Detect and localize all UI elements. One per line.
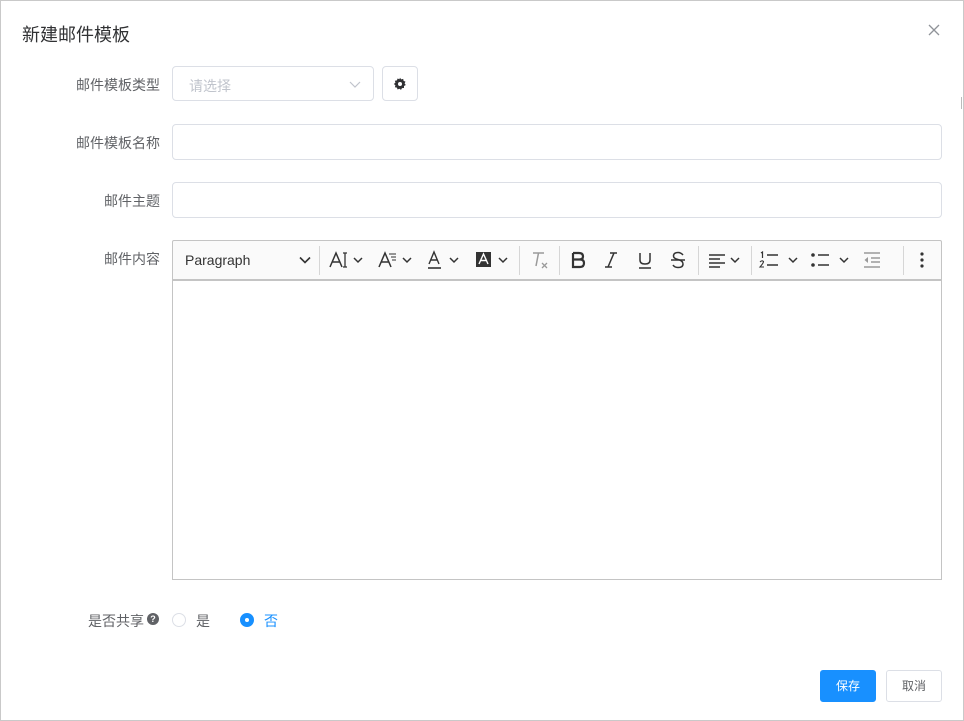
more-vertical-icon xyxy=(920,252,924,268)
strikethrough-icon xyxy=(671,251,685,269)
bulleted-list-icon xyxy=(811,253,849,267)
font-color-icon xyxy=(428,250,459,269)
font-color-button[interactable] xyxy=(425,241,465,279)
help-icon[interactable]: ? xyxy=(147,613,159,625)
template-name-label: 邮件模板名称 xyxy=(76,135,160,151)
paragraph-dropdown[interactable]: Paragraph xyxy=(185,241,311,279)
share-no-radio[interactable] xyxy=(240,613,254,627)
bold-icon xyxy=(571,251,586,269)
bulleted-list-button[interactable] xyxy=(807,241,855,279)
toolbar-divider xyxy=(751,246,752,275)
share-no-label[interactable]: 否 xyxy=(264,611,278,631)
close-icon[interactable] xyxy=(926,22,942,38)
gear-icon xyxy=(393,77,406,90)
underline-button[interactable] xyxy=(630,241,660,279)
template-name-input[interactable] xyxy=(172,124,942,160)
template-type-select[interactable]: 请选择 xyxy=(172,66,374,101)
outdent-button[interactable] xyxy=(857,241,887,279)
align-left-icon xyxy=(709,254,740,268)
font-family-icon xyxy=(378,251,412,268)
strikethrough-button[interactable] xyxy=(663,241,693,279)
chevron-down-icon xyxy=(349,81,361,88)
toolbar-divider xyxy=(698,246,699,275)
toolbar-divider xyxy=(903,246,904,275)
underline-icon xyxy=(639,253,651,269)
content-label: 邮件内容 xyxy=(104,251,160,267)
template-type-label: 邮件模板类型 xyxy=(76,77,160,93)
toolbar-divider xyxy=(559,246,560,275)
numbered-list-icon xyxy=(758,250,798,268)
font-family-button[interactable] xyxy=(376,241,416,279)
subject-label: 邮件主题 xyxy=(104,193,160,209)
share-yes-label[interactable]: 是 xyxy=(196,611,210,631)
editor-toolbar: Paragraph xyxy=(172,240,942,280)
content-editor[interactable] xyxy=(172,280,942,580)
template-type-settings-button[interactable] xyxy=(382,66,418,101)
italic-button[interactable] xyxy=(596,241,626,279)
numbered-list-button[interactable] xyxy=(756,241,804,279)
bold-button[interactable] xyxy=(563,241,593,279)
save-button[interactable]: 保存 xyxy=(820,670,876,702)
dialog-title: 新建邮件模板 xyxy=(22,25,130,45)
toolbar-divider xyxy=(519,246,520,275)
toolbar-divider xyxy=(319,246,320,275)
share-label: 是否共享 xyxy=(88,613,144,629)
more-options-button[interactable] xyxy=(909,241,935,279)
select-placeholder: 请选择 xyxy=(189,78,231,94)
share-yes-radio[interactable] xyxy=(172,613,186,627)
remove-format-button[interactable] xyxy=(525,241,555,279)
alignment-button[interactable] xyxy=(703,241,747,279)
italic-icon xyxy=(605,252,617,268)
remove-format-icon xyxy=(533,252,548,269)
font-background-icon xyxy=(476,252,508,267)
chevron-down-icon xyxy=(299,256,311,264)
font-background-button[interactable] xyxy=(474,241,514,279)
cancel-button[interactable]: 取消 xyxy=(886,670,942,702)
font-size-button[interactable] xyxy=(327,241,367,279)
paragraph-label: Paragraph xyxy=(185,252,251,268)
email-template-dialog: 新建邮件模板 邮件模板类型 请选择 邮件模板名称 邮件主题 邮件内容 Parag… xyxy=(0,0,964,721)
subject-input[interactable] xyxy=(172,182,942,218)
font-size-icon xyxy=(329,251,363,268)
outdent-icon xyxy=(864,252,880,268)
